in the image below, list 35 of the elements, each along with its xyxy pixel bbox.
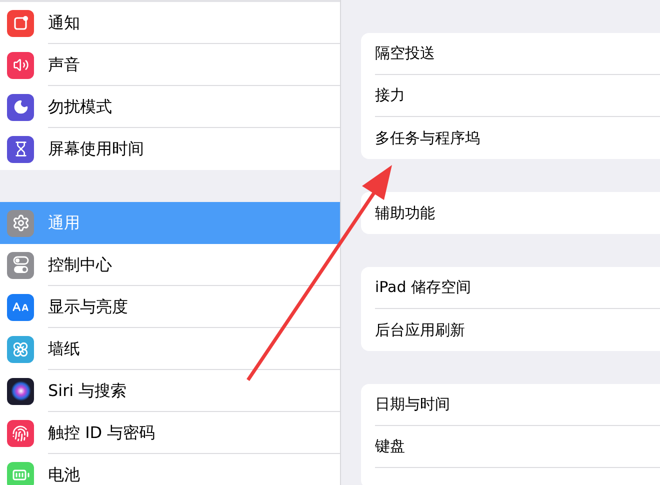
fingerprint-icon bbox=[12, 424, 29, 442]
item-label: Siri 与搜索 bbox=[48, 380, 127, 402]
settings-row[interactable]: 键盘 bbox=[375, 426, 660, 468]
row-label: 接力 bbox=[375, 85, 405, 106]
item-label: 电池 bbox=[48, 464, 80, 485]
settings-icon bbox=[12, 214, 30, 232]
settings-row[interactable]: iPad 储存空间 bbox=[375, 267, 660, 309]
hourglass-icon bbox=[12, 141, 28, 157]
settings-row[interactable]: 日期与时间 bbox=[375, 384, 660, 426]
item-label: 屏幕使用时间 bbox=[48, 138, 144, 160]
notification-icon bbox=[12, 15, 28, 31]
row-label: 多任务与程序坞 bbox=[375, 128, 480, 149]
speaker-icon bbox=[12, 57, 28, 73]
row-label: 键盘 bbox=[375, 436, 405, 458]
item-label: 触控 ID 与密码 bbox=[48, 422, 156, 444]
settings-row[interactable]: 后台应用刷新 bbox=[375, 309, 660, 351]
row-label: 隔空投送 bbox=[375, 43, 435, 64]
item-label: 声音 bbox=[48, 54, 80, 76]
flower-icon bbox=[12, 340, 29, 358]
moon-icon bbox=[12, 99, 28, 115]
item-label: 显示与亮度 bbox=[48, 296, 128, 318]
item-label: 墙纸 bbox=[48, 338, 80, 360]
item-label: 通用 bbox=[48, 212, 80, 234]
row-label: 日期与时间 bbox=[375, 394, 450, 416]
toggles-icon bbox=[12, 256, 28, 274]
row-label: iPad 储存空间 bbox=[375, 277, 472, 298]
item-label: 勿扰模式 bbox=[48, 96, 112, 118]
settings-row[interactable]: 隔空投送 bbox=[375, 33, 660, 75]
row-label: 辅助功能 bbox=[375, 202, 435, 224]
item-label: 控制中心 bbox=[48, 254, 112, 276]
settings-row[interactable]: 多任务与程序坞 bbox=[375, 117, 660, 159]
settings-row[interactable]: 辅助功能 bbox=[375, 192, 660, 234]
settings-row[interactable]: 接力 bbox=[375, 75, 660, 117]
row-label: 后台应用刷新 bbox=[375, 320, 465, 341]
item-label: 通知 bbox=[48, 12, 80, 34]
